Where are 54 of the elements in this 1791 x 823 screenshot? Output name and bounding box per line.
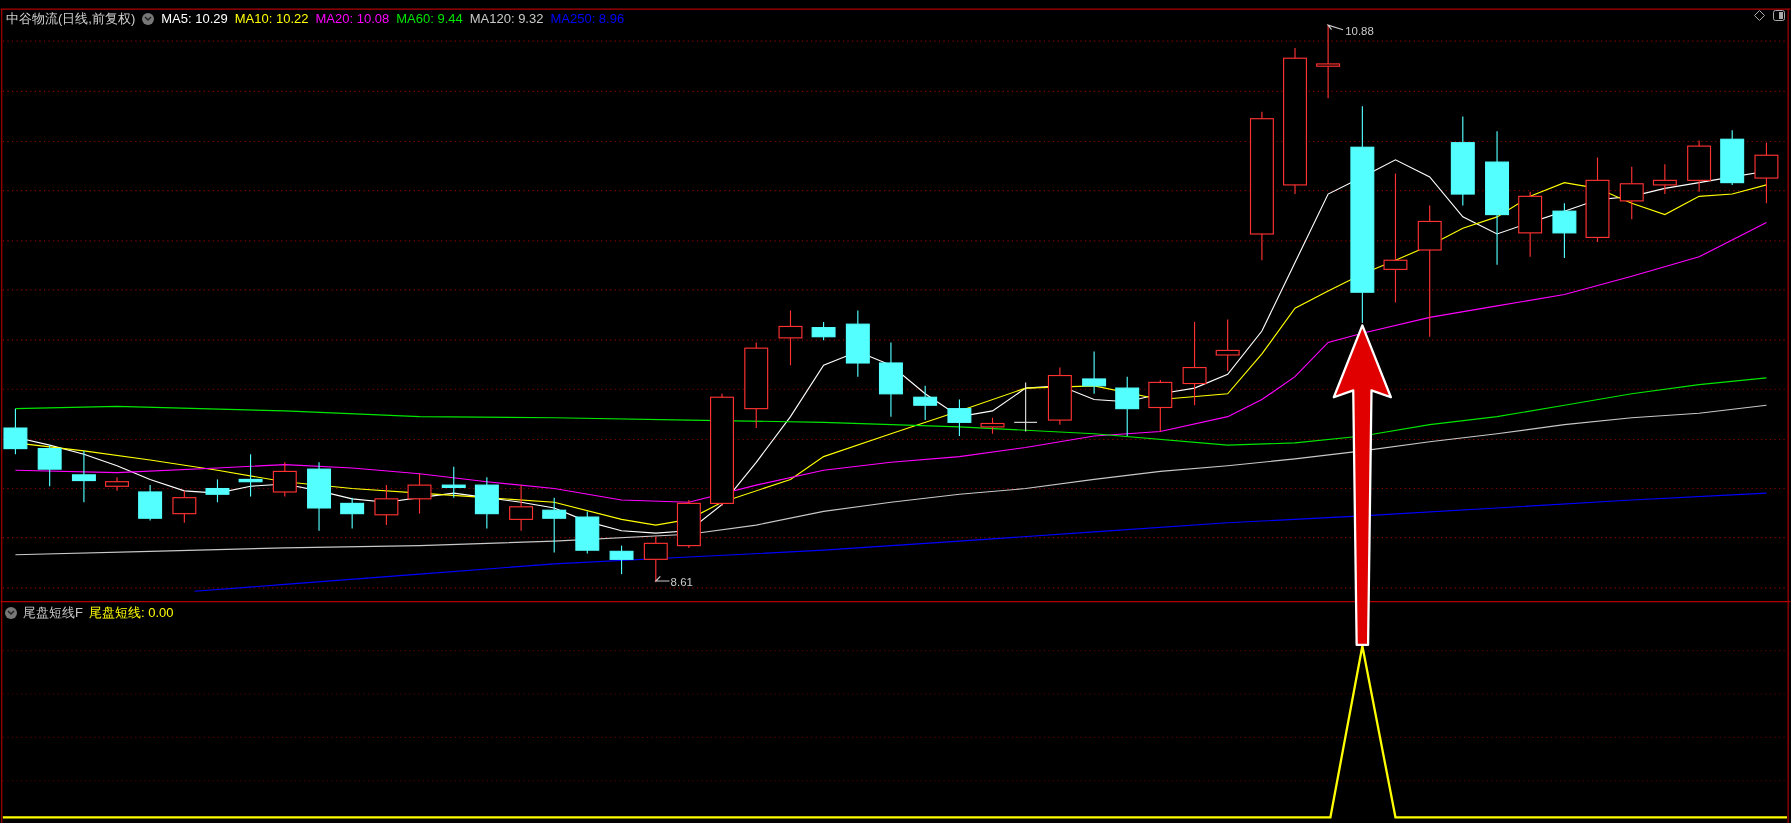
chevron-down-icon[interactable] bbox=[142, 12, 155, 25]
moving-average-value: MA5: 10.29 bbox=[161, 12, 228, 25]
moving-average-value: MA120: 9.32 bbox=[469, 12, 544, 25]
diamond-icon[interactable] bbox=[1754, 10, 1765, 21]
candlestick bbox=[1013, 381, 1038, 433]
candlestick bbox=[778, 309, 803, 366]
arrow-icon bbox=[1332, 324, 1393, 647]
candlestick bbox=[1115, 376, 1140, 437]
candlestick bbox=[609, 545, 634, 575]
candlestick bbox=[542, 497, 567, 554]
candlestick bbox=[1215, 319, 1240, 372]
candlestick bbox=[1047, 367, 1072, 426]
candlestick bbox=[1652, 163, 1677, 195]
candlestick bbox=[3, 408, 28, 455]
candlestick bbox=[37, 444, 62, 487]
candlestick bbox=[272, 461, 297, 498]
candlestick bbox=[575, 510, 600, 555]
candlestick bbox=[643, 535, 668, 583]
candlestick bbox=[1148, 379, 1173, 433]
candlestick bbox=[441, 466, 466, 499]
moving-average-value: MA60: 9.44 bbox=[396, 12, 463, 25]
candlestick bbox=[138, 484, 163, 522]
candlestick bbox=[474, 476, 499, 530]
candlestick bbox=[509, 484, 534, 532]
moving-average-value: MA20: 10.08 bbox=[315, 12, 390, 25]
candlestick bbox=[1754, 142, 1779, 204]
candlestick bbox=[676, 499, 701, 549]
candlestick bbox=[205, 478, 230, 503]
candlestick bbox=[1619, 166, 1644, 220]
candlestick bbox=[1687, 139, 1712, 193]
candlestick bbox=[374, 484, 399, 526]
chevron-down-icon[interactable] bbox=[5, 606, 17, 619]
candlestick bbox=[1720, 129, 1745, 186]
candlestick bbox=[1518, 191, 1543, 258]
candlestick bbox=[238, 453, 263, 498]
candlestick bbox=[1082, 351, 1107, 395]
indicator-value: 尾盘短线: 0.00 bbox=[88, 606, 174, 619]
candlestick bbox=[340, 497, 365, 530]
candlestick bbox=[1552, 202, 1577, 259]
stock-title: 中谷物流(日线,前复权) bbox=[6, 12, 136, 25]
candlestick bbox=[811, 321, 836, 341]
candlestick bbox=[947, 398, 972, 437]
candlestick bbox=[845, 309, 870, 378]
candlestick bbox=[913, 385, 938, 421]
moving-average-value: MA250: 8.96 bbox=[550, 12, 625, 25]
candlestick bbox=[105, 476, 129, 492]
candlestick bbox=[172, 490, 197, 524]
indicator-name: 尾盘短线F bbox=[23, 606, 83, 619]
candlestick bbox=[71, 450, 96, 503]
candlestick bbox=[407, 473, 432, 515]
panel-toggle-icon[interactable] bbox=[1773, 10, 1785, 21]
candlestick bbox=[980, 417, 1005, 435]
candlestick bbox=[307, 461, 332, 532]
moving-average-value: MA10: 10.22 bbox=[234, 12, 309, 25]
